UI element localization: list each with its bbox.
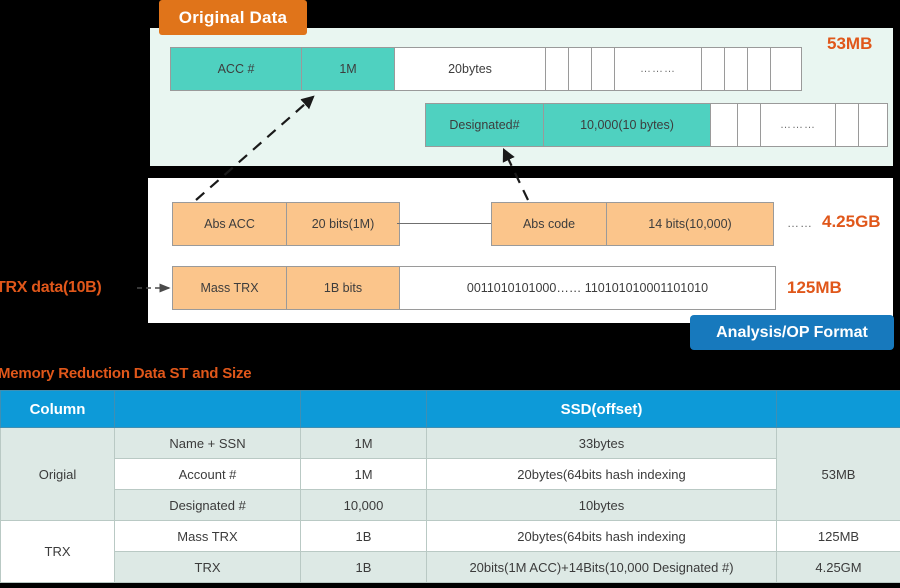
table-cell-r4-c0: TRX (114, 551, 301, 583)
table-row: TRX 1B 20bits(1M ACC)+14Bits(10,000 Design… (1, 551, 900, 583)
acc-bar-cell-10 (770, 47, 802, 91)
table-body: Origial Name + SSN 1M 33bytes 53MB Account #1… (0, 427, 900, 583)
table-head: Column SSD(offset) (0, 390, 900, 428)
table-row: Origial Name + SSN 1M 33bytes 53MB (0, 427, 900, 521)
table-group-cell: TRX (0, 520, 115, 583)
abscode-bar-cell-1: 14 bits(10,000) (606, 202, 774, 246)
table-cell-r4-c2: 20bits(1M ACC)+14Bits(10,000 Designated … (426, 551, 777, 583)
table-cell-r2-c1: 10,000 (300, 489, 427, 521)
acc-bar-cell-7 (701, 47, 725, 91)
designated-bar-cell-4: ……… (760, 103, 836, 147)
acc-bar-cell-0: ACC # (170, 47, 302, 91)
acc-bar-cell-8 (724, 47, 748, 91)
table-cell-r4-c3: 4.25GM (776, 551, 900, 583)
table-cell-r1-c2: 20bytes(64bits hash indexing (426, 458, 777, 490)
designated-bar-cell-2 (710, 103, 738, 147)
masstrx-bar-cell-0: Mass TRX (172, 266, 287, 310)
table-cell-r2-c2: 10bytes (426, 489, 777, 521)
table-header-cell-3: SSD(offset) (426, 390, 777, 428)
table-row: TRX Mass TRX 1B 20bytes(64bits hash indexin… (0, 520, 900, 583)
table-header-row: Column SSD(offset) (0, 390, 900, 428)
original-data-tab[interactable]: Original Data (159, 0, 307, 35)
table-header-cell-0: Column (0, 390, 115, 428)
designated-bar-cell-6 (858, 103, 888, 147)
masstrx-bar-cell-2: 0011010101000…… 110101010001101010 (399, 266, 776, 310)
table-cell-r3-c3: 125MB (776, 520, 900, 552)
table-cell-r0-c1: 1M (300, 427, 427, 459)
table-cell-r0-c2: 33bytes (426, 427, 777, 459)
acc-bar-cell-1: 1M (301, 47, 395, 91)
bar-mass-trx: Mass TRX 1B bits 0011010101000…… 110101010… (172, 266, 776, 310)
absacc-bar-cell-1: 20 bits(1M) (286, 202, 400, 246)
table-row: Account #1M 20bytes(64bits hash indexing (1, 458, 900, 490)
acc-bar-cell-3 (545, 47, 569, 91)
size-label-original: 53MB (827, 34, 873, 53)
designated-bar-cell-1: 10,000(10 bytes) (543, 103, 711, 147)
acc-bar-cell-5 (591, 47, 615, 91)
table-size-cell: 53MB (776, 427, 900, 521)
table-row: Designated #10,000 10bytes (1, 489, 900, 521)
table-header-cell-1 (114, 390, 301, 428)
table-cell-r3-c1: 1B (300, 520, 427, 552)
table-cell-r2-c0: Designated # (114, 489, 301, 521)
table-header-cell-2 (300, 390, 427, 428)
designated-bar-cell-5 (835, 103, 859, 147)
size-label-abs: 4.25GB (822, 212, 881, 231)
bar-abs-acc: Abs ACC 20 bits(1M) (172, 202, 400, 246)
analysis-op-format-badge[interactable]: Analysis/OP Format (690, 315, 894, 350)
abs-ellipsis-label: …… (787, 216, 813, 230)
acc-bar-cell-6: ……… (614, 47, 702, 91)
table-cell-r3-c2: 20bytes(64bits hash indexing (426, 520, 777, 552)
abs-connector-line (397, 223, 491, 224)
bar-designated-record: Designated# 10,000(10 bytes) ……… (425, 103, 888, 147)
designated-bar-cell-0: Designated# (425, 103, 544, 147)
table-cell-r1-c0: Account # (114, 458, 301, 490)
table-header-cell-4 (776, 390, 900, 428)
masstrx-bar-cell-1: 1B bits (286, 266, 400, 310)
trx-input-caption: TRX data(10B) (0, 279, 102, 296)
memory-reduction-table: Column SSD(offset) Origial Name + SSN 1M 33b… (0, 390, 900, 583)
table-cell-r1-c1: 1M (300, 458, 427, 490)
table-cell-r4-c1: 1B (300, 551, 427, 583)
bar-abs-code: Abs code 14 bits(10,000) (491, 202, 774, 246)
bar-account-record: ACC #1M 20bytes ……… (170, 47, 802, 91)
acc-bar-cell-4 (568, 47, 592, 91)
table-group-cell: Origial (0, 427, 115, 521)
table-cell-r0-c0: Name + SSN (114, 427, 301, 459)
designated-bar-cell-3 (737, 103, 761, 147)
size-label-trx: 125MB (787, 278, 842, 297)
acc-bar-cell-2: 20bytes (394, 47, 546, 91)
absacc-bar-cell-0: Abs ACC (172, 202, 287, 246)
table-cell-r3-c0: Mass TRX (114, 520, 301, 552)
memory-reduction-title: Memory Reduction Data ST and Size (0, 364, 252, 382)
acc-bar-cell-9 (747, 47, 771, 91)
abscode-bar-cell-0: Abs code (491, 202, 607, 246)
